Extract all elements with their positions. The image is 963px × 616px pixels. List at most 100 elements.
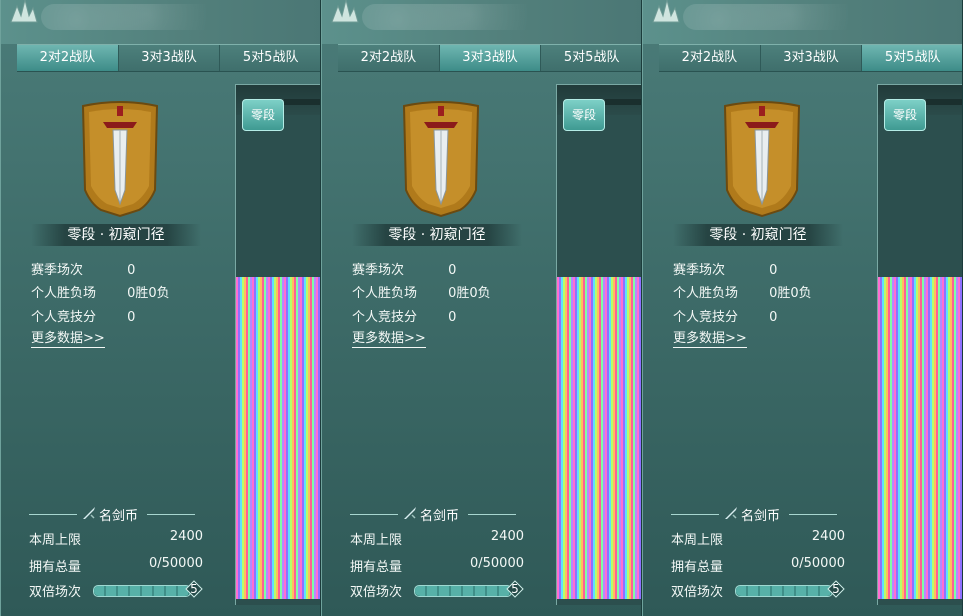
- cloud-pattern: [683, 4, 863, 30]
- more-data-link[interactable]: 更多数据>>: [673, 327, 747, 348]
- stat-value: 0: [448, 310, 457, 325]
- team-panel-2v2: 2对2战队 3对3战队 5对5战队 零段 · 初窥门径 赛季场次 0 个人胜负场…: [0, 0, 321, 616]
- divider-line: [789, 514, 837, 515]
- total-owned-value: 0/50000: [148, 556, 203, 571]
- coin-title-text: 名剑币: [420, 509, 460, 524]
- divider-line: [29, 514, 77, 515]
- cloud-pattern: [362, 4, 542, 30]
- rank-side-panel: 零段: [235, 84, 320, 605]
- tab-5v5[interactable]: 5对5战队: [541, 45, 641, 71]
- double-matches-fill: [415, 586, 511, 596]
- coin-title-text: 名剑币: [99, 509, 139, 524]
- stat-value: 0胜0负: [127, 286, 170, 301]
- rank-list-area: [878, 277, 962, 599]
- sword-banner-icon: [81, 101, 159, 218]
- weekly-limit-label: 本周上限: [350, 533, 403, 548]
- stat-value: 0: [769, 310, 778, 325]
- header-decoration: [643, 0, 962, 44]
- total-owned: 拥有总量 0/50000: [350, 556, 524, 575]
- personal-win-loss: 个人胜负场 0胜0负: [673, 282, 812, 301]
- stat-label: 个人竞技分: [31, 310, 97, 325]
- double-matches-fill: [736, 586, 832, 596]
- diamond-cap-icon: 5: [506, 580, 524, 598]
- weekly-limit-label: 本周上限: [29, 533, 82, 548]
- double-matches-count: 5: [832, 582, 840, 596]
- personal-arena-score: 个人竞技分 0: [673, 306, 777, 325]
- coin-section-title: 名剑币: [29, 505, 199, 524]
- total-owned: 拥有总量 0/50000: [29, 556, 203, 575]
- coin-title-text: 名剑币: [741, 509, 781, 524]
- more-data-link[interactable]: 更多数据>>: [352, 327, 426, 348]
- sword-coin-icon: [404, 507, 416, 519]
- side-topbar-stripe: [284, 99, 320, 105]
- weekly-limit-value: 2400: [490, 529, 524, 544]
- team-tabs: 2对2战队 3对3战队 5对5战队: [17, 44, 320, 72]
- personal-arena-score: 个人竞技分 0: [31, 306, 135, 325]
- rank-side-panel: 零段: [877, 84, 962, 605]
- stat-value: 0: [769, 263, 778, 278]
- rank-name: 零段 · 初窥门径: [352, 224, 522, 246]
- personal-win-loss: 个人胜负场 0胜0负: [352, 282, 491, 301]
- rank-list-area: [557, 277, 641, 599]
- double-matches-label: 双倍场次: [29, 585, 82, 600]
- weekly-limit: 本周上限 2400: [350, 529, 524, 548]
- stat-label: 赛季场次: [673, 263, 726, 278]
- divider-line: [147, 514, 195, 515]
- cloud-pattern: [41, 4, 221, 30]
- rank-badge: 零段: [884, 99, 926, 131]
- side-topbar-stripe: [926, 99, 962, 105]
- stat-label: 赛季场次: [31, 263, 84, 278]
- tab-3v3[interactable]: 3对3战队: [119, 45, 221, 71]
- double-matches-fill: [94, 586, 190, 596]
- tab-5v5[interactable]: 5对5战队: [862, 45, 962, 71]
- divider-line: [671, 514, 719, 515]
- tab-3v3[interactable]: 3对3战队: [761, 45, 863, 71]
- rank-badge: 零段: [242, 99, 284, 131]
- double-matches-bar: [735, 585, 833, 597]
- weekly-limit: 本周上限 2400: [29, 529, 203, 548]
- double-matches-bar: [414, 585, 512, 597]
- double-matches-label: 双倍场次: [350, 585, 403, 600]
- total-owned-label: 拥有总量: [350, 560, 403, 575]
- tab-5v5[interactable]: 5对5战队: [220, 45, 320, 71]
- double-matches-bar: [93, 585, 191, 597]
- coin-section-title: 名剑币: [350, 505, 520, 524]
- stat-label: 个人胜负场: [352, 286, 418, 301]
- header-decoration: [1, 0, 320, 44]
- stat-value: 0胜0负: [448, 286, 491, 301]
- sword-coin-icon: [83, 507, 95, 519]
- stat-value: 0: [127, 263, 136, 278]
- sword-banner-icon: [402, 101, 480, 218]
- jade-ornament-icon: [10, 0, 38, 23]
- tab-2v2[interactable]: 2对2战队: [659, 45, 761, 71]
- rank-badge: 零段: [563, 99, 605, 131]
- sword-banner-icon: [723, 101, 801, 218]
- stat-label: 个人竞技分: [352, 310, 418, 325]
- tab-3v3[interactable]: 3对3战队: [439, 45, 542, 71]
- tab-2v2[interactable]: 2对2战队: [338, 45, 440, 71]
- diamond-cap-icon: 5: [827, 580, 845, 598]
- team-tabs: 2对2战队 3对3战队 5对5战队: [338, 44, 641, 72]
- stat-label: 个人胜负场: [31, 286, 97, 301]
- sword-coin-icon: [725, 507, 737, 519]
- total-owned-label: 拥有总量: [29, 560, 82, 575]
- divider-line: [468, 514, 516, 515]
- more-data-link[interactable]: 更多数据>>: [31, 327, 105, 348]
- arena-screen: 2对2战队 3对3战队 5对5战队 零段 · 初窥门径 赛季场次 0 个人胜负场…: [0, 0, 963, 616]
- weekly-limit-label: 本周上限: [671, 533, 724, 548]
- jade-ornament-icon: [652, 0, 680, 23]
- double-matches-count: 5: [190, 582, 198, 596]
- team-tabs: 2对2战队 3对3战队 5对5战队: [659, 44, 962, 72]
- total-owned: 拥有总量 0/50000: [671, 556, 845, 575]
- diamond-cap-icon: 5: [185, 580, 203, 598]
- double-matches-count: 5: [511, 582, 519, 596]
- stat-label: 个人胜负场: [673, 286, 739, 301]
- stat-value: 0: [127, 310, 136, 325]
- stat-value: 0胜0负: [769, 286, 812, 301]
- weekly-limit-value: 2400: [811, 529, 845, 544]
- personal-arena-score: 个人竞技分 0: [352, 306, 456, 325]
- weekly-limit: 本周上限 2400: [671, 529, 845, 548]
- tab-2v2[interactable]: 2对2战队: [17, 45, 119, 71]
- personal-win-loss: 个人胜负场 0胜0负: [31, 282, 170, 301]
- stat-label: 个人竞技分: [673, 310, 739, 325]
